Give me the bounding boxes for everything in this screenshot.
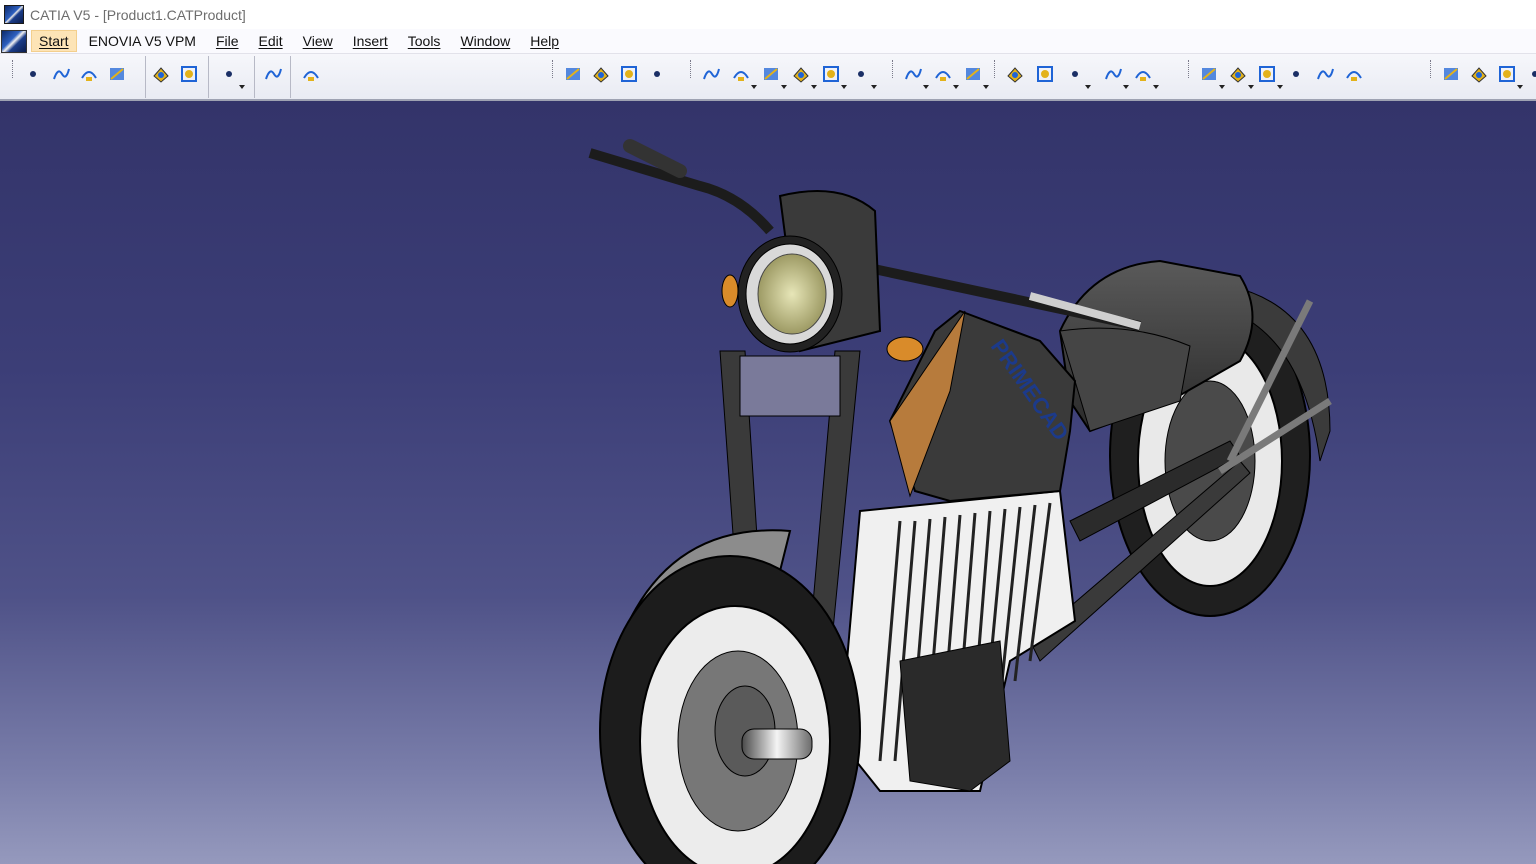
menu-bar: Start ENOVIA V5 VPM File Edit View Inser… — [0, 29, 1536, 54]
assembly-icon[interactable] — [218, 63, 245, 89]
menu-view[interactable]: View — [295, 30, 341, 52]
menu-edit[interactable]: Edit — [251, 30, 291, 52]
offset-surface-icon[interactable] — [1004, 63, 1026, 85]
3d-viewport[interactable]: PRIMECAD — [0, 101, 1536, 864]
catia-app-icon — [4, 5, 24, 24]
toolbar-grip[interactable] — [552, 60, 555, 78]
blend-surface-icon[interactable] — [646, 63, 668, 85]
helix-icon[interactable] — [790, 63, 817, 89]
mapping-icon[interactable] — [1314, 63, 1336, 85]
sketch-tool-icon[interactable] — [106, 63, 128, 85]
arc-icon[interactable] — [78, 63, 100, 85]
menu-file[interactable]: File — [208, 30, 247, 52]
split-icon[interactable] — [820, 63, 847, 89]
plane-create-icon[interactable] — [962, 63, 989, 89]
draft-analysis-icon[interactable] — [1256, 63, 1283, 89]
menu-insert[interactable]: Insert — [345, 30, 396, 52]
catia-menu-icon[interactable] — [1, 29, 27, 53]
cylinder-icon[interactable] — [1132, 63, 1159, 89]
toolbar-separator — [290, 56, 291, 98]
axis-system-icon[interactable] — [730, 63, 757, 89]
part-body-copy-icon[interactable] — [178, 63, 200, 85]
analysis-icon[interactable] — [1227, 63, 1254, 89]
point-create-icon[interactable] — [902, 63, 929, 89]
curve-create-icon[interactable] — [932, 63, 959, 89]
window-title: CATIA V5 - [Product1.CATProduct] — [30, 6, 246, 23]
menu-tools[interactable]: Tools — [400, 30, 449, 52]
transform-icon[interactable] — [850, 63, 877, 89]
toolbar-separator — [254, 56, 255, 98]
curvature-icon[interactable] — [1285, 63, 1307, 85]
menu-window[interactable]: Window — [452, 30, 518, 52]
title-bar: CATIA V5 - [Product1.CATProduct] — [0, 0, 1536, 29]
shading-icon[interactable] — [1468, 63, 1490, 85]
heal-icon[interactable] — [1064, 63, 1091, 89]
menu-enovia[interactable]: ENOVIA V5 VPM — [81, 30, 204, 52]
sketcher-icon[interactable] — [300, 63, 322, 85]
spline-icon[interactable] — [50, 63, 72, 85]
engine-block — [838, 489, 1077, 792]
render-icon[interactable] — [1440, 63, 1462, 85]
fill-surface-icon[interactable] — [618, 63, 640, 85]
toolbar — [0, 54, 1536, 101]
toolbar-grip[interactable] — [12, 60, 15, 78]
measure-icon[interactable] — [1198, 63, 1225, 89]
pattern-icon[interactable] — [700, 63, 722, 85]
more-icon[interactable] — [1524, 63, 1536, 85]
toolbar-separator — [145, 56, 146, 98]
snapshot-icon[interactable] — [1496, 63, 1523, 89]
lighting-icon[interactable] — [1343, 63, 1365, 85]
part-body-icon[interactable] — [150, 63, 172, 85]
sphere-icon[interactable] — [1102, 63, 1129, 89]
toolbar-grip[interactable] — [1188, 60, 1191, 78]
menu-start[interactable]: Start — [31, 30, 77, 52]
circle-surface-icon[interactable] — [760, 63, 787, 89]
toolbar-grip[interactable] — [690, 60, 693, 78]
toolbar-grip[interactable] — [892, 60, 895, 78]
toolbar-grip[interactable] — [1430, 60, 1433, 78]
toolbar-grip[interactable] — [994, 60, 997, 78]
constraint-icon[interactable] — [262, 63, 284, 85]
point-icon[interactable] — [22, 63, 44, 85]
menu-help[interactable]: Help — [522, 30, 567, 52]
extrude-surface-icon[interactable] — [562, 63, 584, 85]
sweep-surface-icon[interactable] — [590, 63, 612, 85]
join-icon[interactable] — [1034, 63, 1056, 85]
fuel-tank: PRIMECAD — [888, 309, 1077, 503]
toolbar-separator — [208, 56, 209, 98]
motorcycle-model[interactable]: PRIMECAD — [0, 101, 1536, 864]
